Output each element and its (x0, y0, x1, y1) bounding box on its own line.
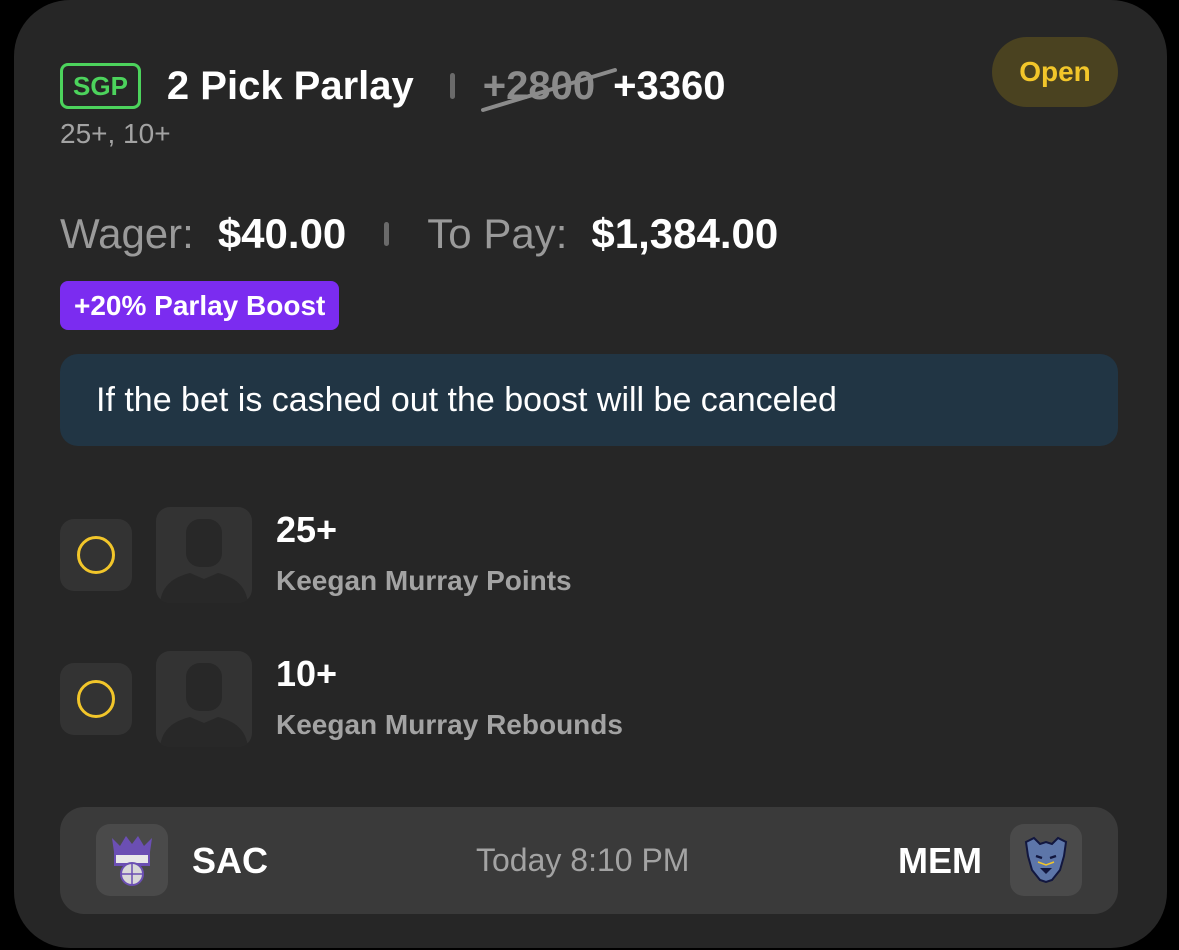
leg-market: Keegan Murray Points (276, 565, 572, 596)
game-info-bar[interactable]: SAC Today 8:10 PM MEM (60, 807, 1118, 914)
status-badge: Open (992, 37, 1118, 107)
leg-line: 25+ (276, 509, 338, 550)
to-pay-label: To Pay: (427, 210, 568, 257)
sgp-badge: SGP (60, 63, 141, 109)
wager-value: $40.00 (217, 210, 347, 257)
kings-logo-icon (96, 824, 168, 896)
leg-item[interactable]: 10+ Keegan Murray Rebounds (60, 651, 760, 747)
wager-row: Wager: $40.00 To Pay: $1,384.00 (60, 202, 778, 266)
strikethrough-icon (480, 67, 617, 112)
pending-ring-icon (77, 536, 115, 574)
leg-market: Keegan Murray Rebounds (276, 709, 623, 740)
bet-card[interactable]: SGP 2 Pick Parlay +2800 +3360 25+, 10+ O… (14, 0, 1167, 948)
boosted-odds: +3360 (613, 63, 726, 108)
pending-ring-icon (77, 680, 115, 718)
leg-status (60, 519, 132, 591)
leg-status (60, 663, 132, 735)
player-avatar-icon (156, 507, 252, 603)
original-odds: +2800 (480, 64, 617, 112)
grizzlies-logo-icon (1010, 824, 1082, 896)
leg-item[interactable]: 25+ Keegan Murray Points (60, 507, 760, 603)
cashout-notice: If the bet is cashed out the boost will … (60, 354, 1118, 446)
bet-header: SGP 2 Pick Parlay +2800 +3360 (60, 56, 725, 116)
wager-label: Wager: (60, 210, 194, 257)
game-time: Today 8:10 PM (476, 842, 690, 878)
separator (384, 222, 390, 246)
separator (449, 73, 455, 99)
parlay-boost-badge: +20% Parlay Boost (60, 281, 340, 330)
away-team-abbr: MEM (898, 839, 982, 881)
bet-title: 2 Pick Parlay (166, 63, 414, 108)
bet-summary: 25+, 10+ (60, 118, 171, 149)
player-avatar-icon (156, 651, 252, 747)
cashout-notice-text: If the bet is cashed out the boost will … (96, 380, 837, 419)
to-pay-value: $1,384.00 (591, 210, 779, 257)
leg-line: 10+ (276, 653, 338, 694)
home-team-abbr: SAC (192, 839, 269, 881)
